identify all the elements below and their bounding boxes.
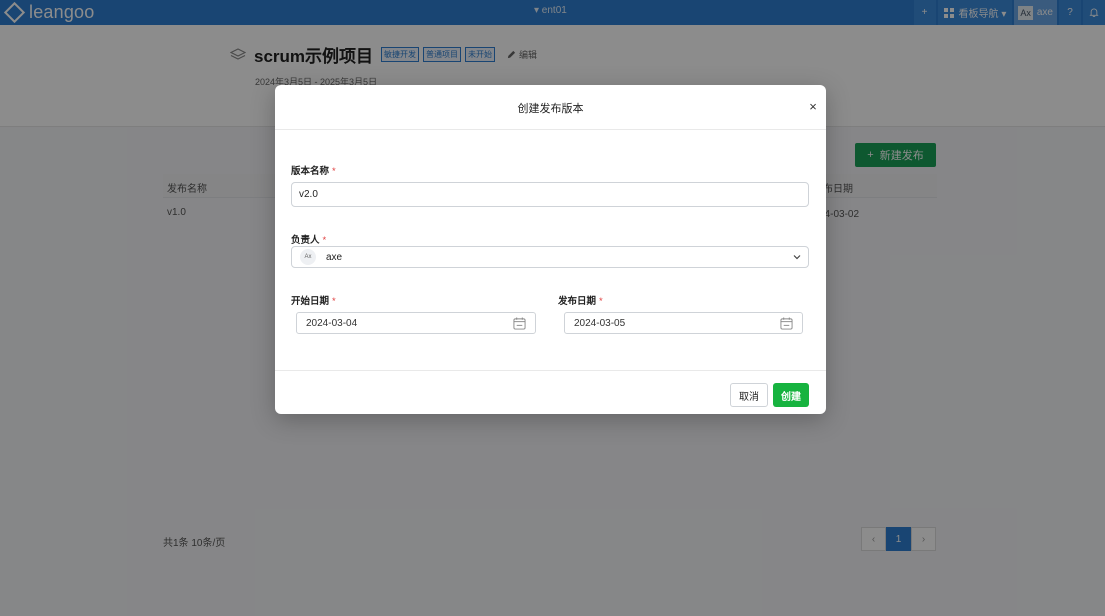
start-date-label-text: 开始日期 xyxy=(291,296,330,307)
close-icon[interactable]: × xyxy=(806,99,820,115)
create-release-dialog: 创建发布版本 × 版本名称 * v2.0 负责人 * Ax axe 开始日期 * 20… xyxy=(275,85,826,414)
dialog-footer: 取消 创建 xyxy=(275,370,826,414)
version-name-label-text: 版本名称 xyxy=(291,166,330,177)
version-name-label: 版本名称 * xyxy=(291,163,336,177)
owner-label-text: 负责人 xyxy=(291,235,320,246)
create-button[interactable]: 创建 xyxy=(773,383,809,407)
version-name-value: v2.0 xyxy=(299,189,318,200)
release-date-picker[interactable]: 2024-03-05 xyxy=(564,312,803,334)
required-mark: * xyxy=(332,166,336,177)
owner-select[interactable]: Ax axe xyxy=(291,246,809,268)
chevron-down-icon xyxy=(793,255,801,260)
dialog-title: 创建发布版本 xyxy=(517,103,584,115)
cancel-button[interactable]: 取消 xyxy=(730,383,768,407)
dialog-header: 创建发布版本 × xyxy=(275,85,826,130)
owner-label: 负责人 * xyxy=(291,232,326,246)
start-date-value: 2024-03-04 xyxy=(306,317,358,329)
version-name-input[interactable]: v2.0 xyxy=(291,182,809,207)
start-date-label: 开始日期 * xyxy=(291,293,336,307)
release-date-label: 发布日期 * xyxy=(558,293,603,307)
required-mark: * xyxy=(322,235,327,246)
start-date-picker[interactable]: 2024-03-04 xyxy=(296,312,536,334)
calendar-icon[interactable] xyxy=(780,317,793,330)
required-mark: * xyxy=(332,296,336,307)
required-mark: * xyxy=(599,296,603,307)
owner-value: axe xyxy=(326,251,343,263)
owner-avatar: Ax xyxy=(300,249,316,265)
release-date-label-text: 发布日期 xyxy=(558,296,597,307)
release-date-value: 2024-03-05 xyxy=(574,317,626,329)
calendar-icon[interactable] xyxy=(513,317,526,330)
